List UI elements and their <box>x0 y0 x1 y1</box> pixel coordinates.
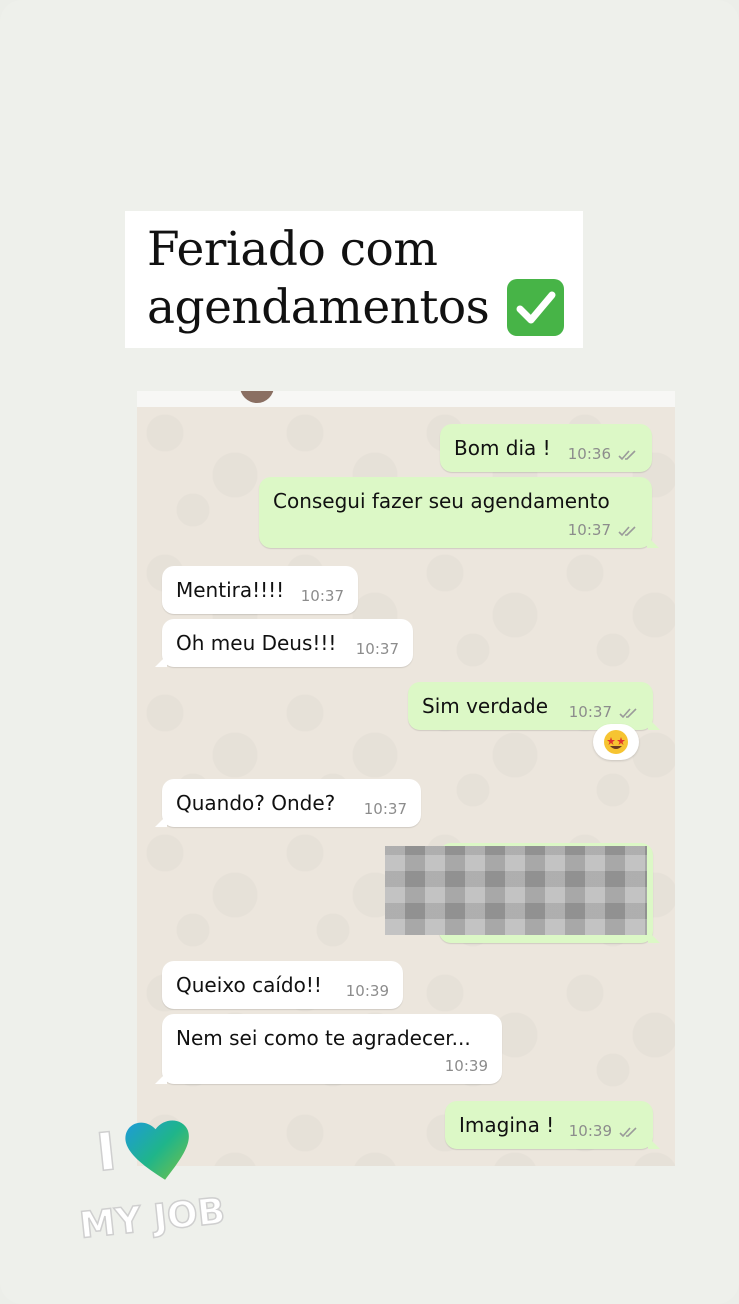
message-text: Quando? Onde? <box>176 791 336 815</box>
message-bubble-outgoing[interactable]: Consegui fazer seu agendamento 10:37 <box>259 477 659 548</box>
message-time: 10:37 <box>363 800 407 818</box>
message-bubble-outgoing[interactable]: Imagina ! 10:39 <box>445 1101 660 1149</box>
message-text: Consegui fazer seu agendamento <box>273 489 610 513</box>
i-love-my-job-sticker: I MY JOB <box>75 1115 245 1248</box>
chat-screenshot: Bom dia ! 10:36 Consegui fazer seu agend… <box>137 391 675 1166</box>
message-text: Queixo caído!! <box>176 973 322 997</box>
green-heart-icon <box>125 1120 189 1180</box>
read-receipt-icon <box>619 1127 637 1138</box>
headline-card: Feriado com agendamentos <box>125 211 583 348</box>
chat-header-strip <box>137 391 675 407</box>
read-receipt-icon <box>619 708 637 719</box>
message-bubble-incoming[interactable]: Mentira!!!! 10:37 <box>162 566 358 614</box>
message-bubble-incoming[interactable]: Quando? Onde? 10:37 <box>155 779 421 827</box>
star-struck-emoji-icon <box>604 730 628 754</box>
sticker-text-my-job: MY JOB <box>78 1191 227 1240</box>
message-time: 10:37 <box>567 521 611 539</box>
message-bubble-incoming[interactable]: Queixo caído!! 10:39 <box>162 961 403 1009</box>
message-time: 10:39 <box>345 982 389 1000</box>
message-text: Imagina ! <box>459 1113 555 1137</box>
message-time: 10:39 <box>568 1122 612 1140</box>
message-bubble-outgoing[interactable]: Bom dia ! 10:36 <box>440 424 652 472</box>
check-mark-button-icon <box>507 279 564 336</box>
message-bubble-outgoing[interactable]: Sim verdade 10:37 <box>408 682 660 730</box>
sticker-letter-i: I <box>94 1122 120 1184</box>
read-receipt-icon <box>618 450 636 461</box>
message-time: 10:37 <box>355 640 399 658</box>
message-time: 10:37 <box>568 703 612 721</box>
headline-text: Feriado com agendamentos <box>147 222 490 335</box>
read-receipt-icon <box>618 526 636 537</box>
story-frame: Feriado com agendamentos Bom dia ! 10:36… <box>0 0 739 1304</box>
message-text: Oh meu Deus!!! <box>176 631 337 655</box>
message-text: Mentira!!!! <box>176 578 285 602</box>
message-time: 10:39 <box>444 1057 488 1075</box>
message-text: Nem sei como te agradecer... <box>176 1026 471 1050</box>
message-text: Bom dia ! <box>454 436 551 460</box>
message-reaction[interactable] <box>593 724 639 760</box>
message-time: 10:37 <box>300 587 344 605</box>
blurred-image <box>385 846 647 935</box>
message-bubble-incoming[interactable]: Nem sei como te agradecer... 10:39 <box>155 1014 502 1084</box>
message-time: 10:36 <box>567 445 611 463</box>
message-text: Sim verdade <box>422 694 549 718</box>
message-bubble-incoming[interactable]: Oh meu Deus!!! 10:37 <box>155 619 413 667</box>
